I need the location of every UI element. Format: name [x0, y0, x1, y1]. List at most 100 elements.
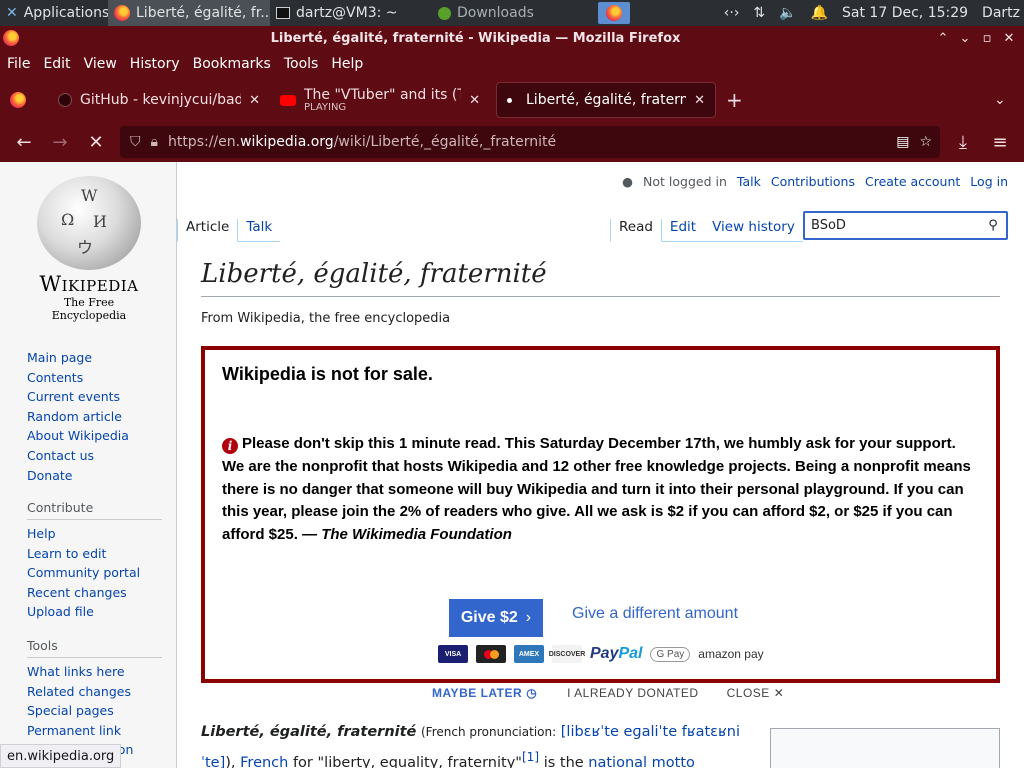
tab-talk[interactable]: Talk — [238, 219, 281, 242]
firefox-view-button[interactable] — [0, 82, 48, 118]
user-name[interactable]: Dartz — [982, 5, 1020, 21]
menu-view[interactable]: View — [84, 56, 117, 72]
url-bar[interactable]: ⛉ 🔒︎ https://en.wikipedia.org/wiki/Liber… — [120, 126, 940, 158]
reference-1-link[interactable]: [1] — [522, 750, 539, 764]
infobox — [770, 728, 1000, 768]
wikipedia-logo[interactable]: W Ω И ウ Wikipedia The Free Encyclopedia — [30, 176, 148, 322]
search-icon[interactable]: ⚲ — [980, 218, 1006, 233]
stop-button[interactable]: ✕ — [78, 132, 114, 153]
workspace-firefox-button[interactable] — [598, 2, 630, 24]
not-logged-in-label: Not logged in — [643, 174, 727, 189]
forward-button[interactable]: → — [42, 132, 78, 153]
close-tab-icon[interactable]: ✕ — [469, 93, 480, 108]
tab-github[interactable]: GitHub - kevinjycui/bad-a ✕ — [48, 82, 270, 118]
give-different-amount-link[interactable]: Give a different amount — [572, 605, 738, 623]
nav-related-changes[interactable]: Related changes — [27, 682, 162, 702]
nav-permanent-link[interactable]: Permanent link — [27, 721, 162, 741]
nav-special-pages[interactable]: Special pages — [27, 701, 162, 721]
nav-contact-us[interactable]: Contact us — [27, 446, 162, 466]
maybe-later-label: MAYBE LATER — [432, 686, 523, 700]
url-prefix: https://en. — [167, 134, 241, 150]
list-all-tabs-button[interactable]: ⌄ — [984, 82, 1024, 118]
tab-label: The "VTuber" and its (Tec — [304, 87, 461, 103]
minimize-window-icon[interactable]: ⌄ — [954, 31, 976, 46]
reader-view-icon[interactable]: ▤ — [896, 134, 909, 150]
nav-current-events[interactable]: Current events — [27, 387, 162, 407]
new-tab-button[interactable]: + — [716, 82, 756, 118]
nav-what-links-here[interactable]: What links here — [27, 662, 162, 682]
already-donated-link[interactable]: I ALREADY DONATED — [567, 686, 698, 700]
tab-edit[interactable]: Edit — [661, 219, 705, 242]
maybe-later-link[interactable]: MAYBE LATER ◷ — [432, 686, 537, 700]
status-bar: en.wikipedia.org — [0, 744, 122, 768]
donation-banner: Wikipedia is not for sale. i Please don't… — [201, 346, 1000, 683]
firefox-icon — [606, 5, 622, 21]
give-2-button[interactable]: Give $2 › — [449, 599, 543, 637]
menu-help[interactable]: Help — [331, 56, 363, 72]
link-contributions[interactable]: Contributions — [771, 174, 855, 189]
close-tab-icon[interactable]: ✕ — [249, 93, 260, 108]
personal-tools: ● Not logged in Talk Contributions Creat… — [622, 174, 1008, 189]
tab-vtuber[interactable]: The "VTuber" and its (Tec PLAYING ✕ — [270, 82, 490, 118]
link-log-in[interactable]: Log in — [970, 174, 1008, 189]
lock-icon[interactable]: 🔒︎ — [151, 134, 158, 150]
tab-read[interactable]: Read — [610, 219, 662, 242]
shield-icon[interactable]: ⛉ — [130, 134, 141, 150]
close-banner-link[interactable]: CLOSE ✕ — [727, 686, 785, 700]
close-tab-icon[interactable]: ✕ — [694, 93, 705, 108]
wikipedia-wordmark: Wikipedia — [39, 272, 139, 296]
network-code-icon[interactable]: ‹·› — [724, 5, 740, 21]
menu-hamburger-icon[interactable]: ≡ — [982, 132, 1018, 153]
maximize-window-icon[interactable]: ▫ — [976, 31, 998, 46]
menu-bookmarks[interactable]: Bookmarks — [193, 56, 271, 72]
github-icon — [58, 93, 72, 107]
downloads-icon[interactable]: ⤓ — [945, 132, 981, 153]
clock-icon: ◷ — [526, 686, 538, 700]
shade-window-icon[interactable]: ⌃ — [932, 31, 954, 46]
nav-donate[interactable]: Donate — [27, 466, 162, 486]
wiki-search-input[interactable]: BSoD ⚲ — [803, 211, 1008, 240]
nav-main-page[interactable]: Main page — [27, 348, 162, 368]
network-transfer-icon[interactable]: ⇅ — [753, 5, 765, 21]
visa-icon: VISA — [438, 645, 468, 663]
link-create-account[interactable]: Create account — [865, 174, 960, 189]
tab-strip: GitHub - kevinjycui/bad-a ✕ The "VTuber"… — [0, 78, 1024, 122]
notification-bell-icon[interactable]: 🔔 — [811, 5, 828, 21]
google-pay-icon: G Pay — [650, 646, 691, 662]
nav-random-article[interactable]: Random article — [27, 407, 162, 427]
tab-liberte[interactable]: Liberté, égalité, fraternité ✕ — [496, 82, 716, 118]
link-national-motto[interactable]: national motto — [588, 755, 695, 768]
link-talk[interactable]: Talk — [737, 174, 761, 189]
bookmark-star-icon[interactable]: ☆ — [919, 134, 932, 150]
taskbar-item-firefox[interactable]: Liberté, égalité, fr... — [108, 0, 270, 26]
close-window-icon[interactable]: ✕ — [998, 31, 1020, 46]
paypal-icon: PayPal — [590, 645, 643, 662]
tab-article[interactable]: Article — [177, 219, 239, 242]
nav-contents[interactable]: Contents — [27, 368, 162, 388]
applications-menu[interactable]: ✕ Applications — [0, 0, 108, 26]
banner-heading: Wikipedia is not for sale. — [222, 364, 433, 384]
user-icon: ● — [622, 174, 634, 189]
nav-help[interactable]: Help — [27, 524, 162, 544]
back-button[interactable]: ← — [6, 132, 42, 153]
nav-about-wikipedia[interactable]: About Wikipedia — [27, 426, 162, 446]
tab-view-history[interactable]: View history — [704, 219, 803, 242]
menu-edit[interactable]: Edit — [43, 56, 70, 72]
clock[interactable]: Sat 17 Dec, 15:29 — [842, 5, 968, 21]
contribute-section: Contribute Help Learn to edit Community … — [27, 500, 162, 622]
window-title: Liberté, égalité, fraternité - Wikipedia… — [270, 30, 681, 46]
taskbar-item-terminal[interactable]: dartz@VM3: ~ — [270, 0, 432, 26]
url-text[interactable]: https://en.wikipedia.org/wiki/Liberté,_é… — [168, 134, 886, 150]
taskbar-label: Liberté, égalité, fr... — [136, 5, 270, 21]
menu-file[interactable]: File — [7, 56, 30, 72]
menu-history[interactable]: History — [130, 56, 180, 72]
volume-icon[interactable]: 🔈 — [779, 5, 796, 21]
nav-learn-to-edit[interactable]: Learn to edit — [27, 544, 162, 564]
nav-recent-changes[interactable]: Recent changes — [27, 583, 162, 603]
chevron-right-icon: › — [525, 609, 532, 626]
nav-upload-file[interactable]: Upload file — [27, 602, 162, 622]
taskbar-item-downloads[interactable]: Downloads — [432, 0, 594, 26]
nav-community-portal[interactable]: Community portal — [27, 563, 162, 583]
link-french[interactable]: French — [240, 755, 288, 768]
menu-tools[interactable]: Tools — [284, 56, 319, 72]
